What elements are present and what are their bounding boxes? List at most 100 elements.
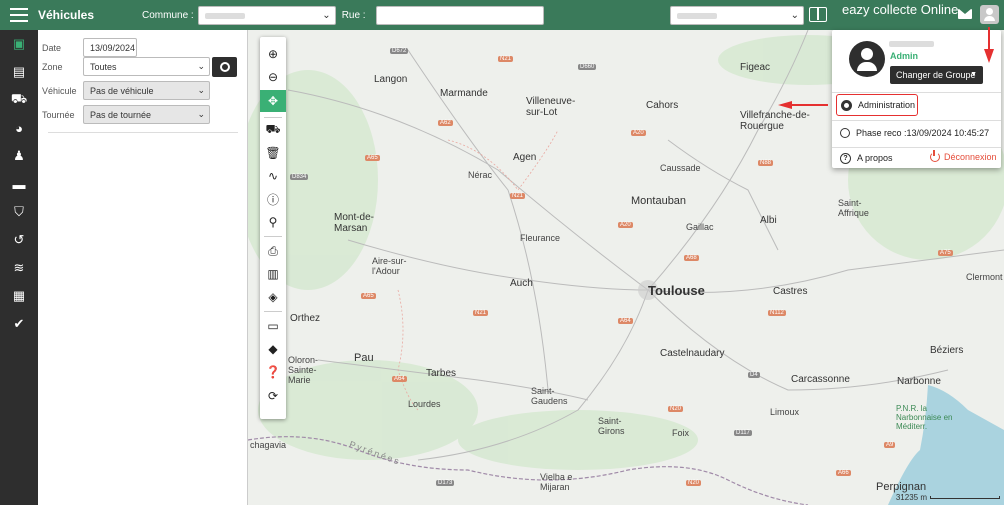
alarm-icon[interactable]: ♟ <box>0 142 38 170</box>
map-label: Caussade <box>660 163 701 173</box>
locate-button[interactable] <box>212 57 237 77</box>
map-label: Saint- Gaudens <box>531 386 568 406</box>
trash-icon[interactable]: 🗑 <box>260 142 286 164</box>
map-label: Lourdes <box>408 399 441 409</box>
vehicule-label: Véhicule <box>42 85 77 96</box>
book-icon[interactable] <box>809 7 827 22</box>
map-label: Agen <box>513 152 537 163</box>
road-label: N112 <box>768 310 786 316</box>
eraser-icon[interactable]: ◆ <box>260 338 286 360</box>
road-label: D173 <box>436 480 455 486</box>
map-label: Figeac <box>740 62 771 73</box>
tournee-select[interactable]: Pas de tournée ⌄ <box>83 105 210 124</box>
calendar-icon[interactable]: ▤ <box>0 58 38 86</box>
filter-panel: Date 13/09/2024 Zone Toutes ⌄ Véhicule Pa… <box>38 30 248 505</box>
map-label: Saint- Affrique <box>838 198 869 218</box>
road-label: N20 <box>686 480 702 486</box>
administration-label: Administration <box>858 100 916 110</box>
zone-select[interactable]: Toutes ⌄ <box>83 57 210 76</box>
search-select[interactable]: ⌄ <box>670 6 804 25</box>
map-label: P.N.R. la Narbonnaise en Méditerr. <box>896 404 953 431</box>
map-icon[interactable]: ▥ <box>260 263 286 285</box>
map-label: Nérac <box>468 170 493 180</box>
road-label: D672 <box>390 48 409 54</box>
target-icon <box>219 62 230 72</box>
road-label: N21 <box>498 56 514 62</box>
page-title: Véhicules <box>38 8 95 22</box>
about-label: A propos <box>857 153 893 163</box>
road-label: A66 <box>836 470 851 476</box>
map-label: Foix <box>672 428 690 438</box>
layers-icon[interactable]: ◈ <box>260 286 286 308</box>
road-label: D834 <box>290 174 309 180</box>
bus-icon[interactable]: ▣ <box>0 30 38 58</box>
tournee-value: Pas de tournée <box>90 109 152 120</box>
rue-label: Rue : <box>341 9 366 21</box>
map-label: Gaillac <box>686 222 714 232</box>
menu-icon[interactable] <box>0 0 38 30</box>
pan-icon[interactable]: ✥ <box>260 90 286 112</box>
truck-icon[interactable]: ⛟ <box>260 119 286 141</box>
avatar <box>849 41 885 77</box>
road-label: A75 <box>938 250 953 256</box>
message-icon[interactable]: ▬ <box>0 170 38 198</box>
user-icon[interactable] <box>980 5 999 24</box>
pie-chart-icon[interactable]: ◕ <box>0 114 38 142</box>
map-label: Langon <box>374 74 408 85</box>
zoom-in-icon[interactable]: ⊕ <box>260 43 286 65</box>
zone-value: Toutes <box>90 61 117 72</box>
vehicule-select[interactable]: Pas de véhicule ⌄ <box>83 81 210 100</box>
commune-select[interactable]: ⌄ <box>197 5 336 25</box>
zoom-out-icon[interactable]: ⊖ <box>260 66 286 88</box>
about-item[interactable]: ? A propos <box>836 147 916 169</box>
map-label: Narbonne <box>897 376 941 387</box>
map-label: Villefranche-de- Rouergue <box>740 110 810 132</box>
administration-item[interactable]: Administration <box>836 94 918 116</box>
road-label: A68 <box>684 255 699 261</box>
map-label: Castelnaudary <box>660 348 725 359</box>
road-label: A64 <box>392 376 407 382</box>
date-input[interactable]: 13/09/2024 <box>83 38 137 57</box>
history-icon[interactable]: ↺ <box>0 226 38 254</box>
map-label: chagavia <box>250 440 287 450</box>
divider <box>48 132 238 133</box>
map-scale: 31235 m <box>896 493 1000 502</box>
map-label: Orthez <box>290 313 321 324</box>
ruler-icon[interactable]: ▭ <box>260 315 286 337</box>
map-toolbar: ⊕ ⊖ ✥ ⛟ 🗑 ∿ ⓘ ⚲ ⎙ ▥ ◈ ▭ ◆ ❓ ⟳ <box>260 37 286 419</box>
user-menu: Admin Changer de Groupe ▼ Administration … <box>832 30 1001 168</box>
print-icon[interactable]: ⎙ <box>260 240 286 262</box>
road-label: A62 <box>438 120 453 126</box>
truck-alert-icon[interactable]: ⛟ <box>0 86 38 114</box>
map-label: Villeneuve- sur-Lot <box>526 96 576 118</box>
road-label: N21 <box>473 310 489 316</box>
gear-icon <box>841 99 852 111</box>
check-icon[interactable]: ✔ <box>0 310 38 338</box>
info-icon[interactable]: ⓘ <box>260 188 286 210</box>
question-icon: ? <box>840 152 851 164</box>
pulse-icon[interactable]: ∿ <box>260 165 286 187</box>
annotation-arrow <box>778 101 828 109</box>
date-label: Date <box>42 42 62 53</box>
map-label: Toulouse <box>648 283 705 298</box>
change-group-button[interactable]: Changer de Groupe ▼ <box>890 66 983 84</box>
help-icon[interactable]: ❓ <box>260 361 286 383</box>
logout-button[interactable]: Déconnexion <box>930 150 997 162</box>
map-label: Limoux <box>770 407 800 417</box>
road-label: N20 <box>668 406 684 412</box>
shield-icon[interactable]: ⛉ <box>0 198 38 226</box>
rue-input[interactable] <box>375 5 544 25</box>
refresh-icon[interactable]: ⟳ <box>260 385 286 407</box>
road-label: N88 <box>758 160 774 166</box>
pin-icon[interactable]: ⚲ <box>260 211 286 233</box>
vehicule-value: Pas de véhicule <box>90 85 154 96</box>
map-label: Tarbes <box>426 368 457 379</box>
road-label: A64 <box>618 318 633 324</box>
road-label: A20 <box>618 222 633 228</box>
road-label: A65 <box>365 155 380 161</box>
calendar-search-icon[interactable]: ▦ <box>0 282 38 310</box>
map-label: Béziers <box>930 345 964 356</box>
signal-icon[interactable]: ≋ <box>0 254 38 282</box>
annotation-arrow <box>984 27 994 63</box>
mail-icon[interactable] <box>958 9 972 19</box>
